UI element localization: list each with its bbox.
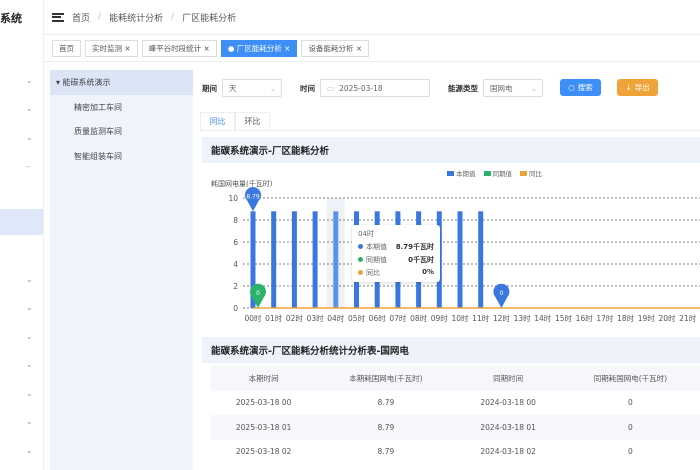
period-label: 期间 <box>202 84 217 93</box>
column-header[interactable]: 同期耗国网电(千瓦时) <box>561 366 700 391</box>
breadcrumb-item[interactable]: 能耗统计分析 <box>109 11 163 24</box>
tabs-bar: 首页 实时监测 × 峰平谷时段统计 × ● 厂区能耗分析 × 设备能耗分析 × <box>44 36 700 62</box>
chevron-down-icon[interactable]: ⌄ <box>26 417 33 426</box>
divider <box>200 130 700 131</box>
tab-yoy[interactable]: 同比 <box>200 112 235 130</box>
tab-peak-valley[interactable]: 峰平谷时段统计 × <box>141 40 217 57</box>
org-tree: ▾ 能碳系统演示 精密加工车间 质量监测车间 智能组装车间 <box>50 70 193 470</box>
chart-tooltip: 04时 本期值 8.79千瓦时 同期值 0千瓦时 同比 0% <box>352 225 440 282</box>
calendar-icon: ▭ <box>327 83 335 93</box>
search-icon: ○ <box>568 83 575 92</box>
table-row: 2025-03-18 02 8.79 2024-03-18 02 0 <box>211 439 700 464</box>
chart-legend: 本期值 同期值 同比 <box>447 168 542 178</box>
chevron-down-icon[interactable]: ⌄ <box>26 133 33 142</box>
chevron-down-icon[interactable]: ⌄ <box>26 104 33 113</box>
time-label: 时间 <box>300 84 315 93</box>
brand-title: 系统 <box>0 12 22 25</box>
breadcrumb-current: 厂区能耗分析 <box>182 13 237 24</box>
chevron-down-icon: ⌄ <box>269 83 276 93</box>
table-row: 2025-03-18 00 8.79 2024-03-18 00 0 <box>211 390 700 415</box>
breadcrumb-separator: / <box>171 12 175 22</box>
column-header[interactable]: 本期时间 <box>211 366 316 391</box>
tooltip-title: 04时 <box>358 230 374 238</box>
tab-realtime[interactable]: 实时监测 × <box>85 40 138 57</box>
period-select[interactable]: 天 ⌄ <box>222 79 282 97</box>
download-icon: ↓ <box>625 83 632 92</box>
y-axis-label: 耗国网电量(千瓦时) <box>211 180 273 188</box>
tree-node[interactable]: 智能组装车间 <box>50 144 193 169</box>
chevron-up-icon[interactable]: – <box>26 162 30 171</box>
tree-node-root[interactable]: ▾ 能碳系统演示 <box>50 70 193 95</box>
date-picker[interactable]: ▭ 2025-03-18 <box>320 79 430 97</box>
column-header[interactable]: 同期时间 <box>455 366 560 391</box>
tree-node[interactable]: 质量监测车间 <box>50 119 193 144</box>
column-header[interactable]: 本期耗国网电(千瓦时) <box>316 366 455 391</box>
export-label: 导出 <box>634 83 650 92</box>
tab-device-energy[interactable]: 设备能耗分析 × <box>301 40 370 57</box>
tab-home[interactable]: 首页 <box>52 40 81 57</box>
export-button[interactable]: ↓ 导出 <box>617 79 658 96</box>
period-value: 天 <box>229 83 237 93</box>
sidebar-item-selected[interactable] <box>0 209 43 235</box>
chevron-down-icon[interactable]: ⌄ <box>26 446 33 455</box>
chevron-down-icon[interactable]: ⌄ <box>26 76 33 85</box>
breadcrumb-home[interactable]: 首页 <box>72 11 90 24</box>
tab-plant-energy[interactable]: ● 厂区能耗分析 × <box>220 40 298 57</box>
chart-text-layer: 耗国网电量(千瓦时) 本期值 同期值 同比 04时 本期值 8.79千瓦时 同期值… <box>200 165 700 330</box>
search-label: 搜索 <box>577 83 593 92</box>
breadcrumb-separator: / <box>98 12 102 22</box>
chevron-down-icon[interactable]: ⌄ <box>26 332 33 341</box>
stats-table: 本期时间 本期耗国网电(千瓦时) 同期时间 同期耗国网电(千瓦时) 2025-03-1… <box>211 366 700 464</box>
energy-type-select[interactable]: 国网电 ⌄ <box>483 79 543 97</box>
energy-type-value: 国网电 <box>490 83 513 93</box>
tree-node[interactable]: 精密加工车间 <box>50 95 193 120</box>
table-panel-title: 能碳系统演示-厂区能耗分析统计分析表-国网电 <box>202 337 700 363</box>
legend-item[interactable]: 同期值 <box>483 168 512 178</box>
chevron-down-icon: ⌄ <box>530 83 537 93</box>
chevron-down-icon[interactable]: ⌄ <box>26 389 33 398</box>
legend-item[interactable]: 同比 <box>520 168 542 178</box>
table-row: 2025-03-18 01 8.79 2024-03-18 01 0 <box>211 415 700 440</box>
energy-type-label: 能源类型 <box>448 84 478 93</box>
sidebar: 系统 ⌄ ⌄ ⌄ – ⌄ ⌄ ⌄ ⌄ ⌄ ⌄ ⌄ <box>0 0 44 470</box>
top-header: 首页 / 能耗统计分析 / 厂区能耗分析 <box>44 0 700 35</box>
table-header-row: 本期时间 本期耗国网电(千瓦时) 同期时间 同期耗国网电(千瓦时) <box>211 366 700 391</box>
date-value: 2025-03-18 <box>339 83 383 93</box>
chart-panel-title: 能碳系统演示-厂区能耗分析 <box>202 137 700 163</box>
filter-bar: 期间 天 ⌄ 时间 ▭ 2025-03-18 能源类型 国网电 ⌄ ○ 搜索 ↓ 导出 <box>200 78 700 98</box>
chevron-down-icon[interactable]: ⌄ <box>26 275 33 284</box>
menu-toggle-icon[interactable] <box>52 12 64 22</box>
chevron-down-icon[interactable]: ⌄ <box>26 303 33 312</box>
search-button[interactable]: ○ 搜索 <box>560 79 601 96</box>
tab-mom[interactable]: 环比 <box>235 112 270 130</box>
legend-item[interactable]: 本期值 <box>447 168 476 178</box>
chevron-down-icon[interactable]: ⌄ <box>26 360 33 369</box>
